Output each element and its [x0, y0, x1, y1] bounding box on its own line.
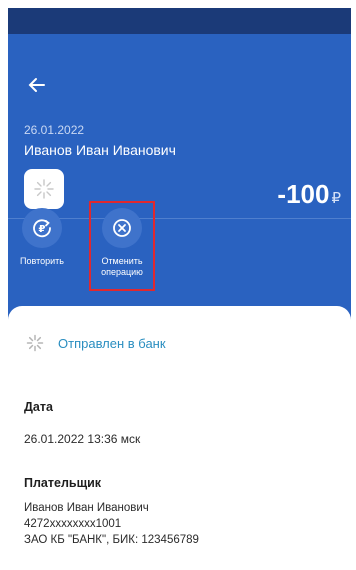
operation-date: 26.01.2022: [24, 123, 85, 137]
payer-card-number: 4272xxxxxxxx1001: [24, 518, 122, 530]
amount: -100 ₽: [277, 179, 341, 210]
payer-details: Иванов Иван Иванович 4272xxxxxxxx1001 ЗА…: [24, 500, 199, 548]
spinner-icon: [34, 179, 54, 199]
payer-name: Иванов Иван Иванович: [24, 502, 149, 514]
amount-value: -100: [277, 179, 330, 209]
details-card: Отправлен в банк Дата 26.01.2022 13:36 м…: [8, 306, 351, 570]
merchant-logo: [24, 169, 64, 209]
back-arrow-icon[interactable]: [26, 74, 48, 96]
status-row: Отправлен в банк: [26, 334, 166, 352]
payer-bank: ЗАО КБ "БАНК", БИК: 123456789: [24, 534, 199, 546]
repeat-ruble-icon: ₽: [33, 219, 51, 238]
currency-sign: ₽: [331, 190, 341, 207]
repeat-icon-circle[interactable]: ₽: [22, 208, 62, 248]
date-title: Дата: [24, 400, 53, 414]
payer-title: Плательщик: [24, 476, 102, 490]
operation-header: 26.01.2022 Иванов Иван Иванович -100 ₽: [8, 34, 351, 326]
screen: 26.01.2022 Иванов Иван Иванович -100 ₽ ₽…: [8, 8, 351, 570]
date-value: 26.01.2022 13:36 мск: [24, 432, 141, 446]
highlight-box: [89, 201, 155, 291]
svg-text:₽: ₽: [39, 224, 46, 235]
status-bar: [8, 8, 351, 34]
status-text: Отправлен в банк: [58, 335, 166, 351]
repeat-button[interactable]: ₽ Повторить: [8, 208, 77, 267]
recipient-name: Иванов Иван Иванович: [24, 142, 176, 158]
repeat-label: Повторить: [20, 256, 64, 266]
pending-spinner-icon: [26, 334, 44, 352]
